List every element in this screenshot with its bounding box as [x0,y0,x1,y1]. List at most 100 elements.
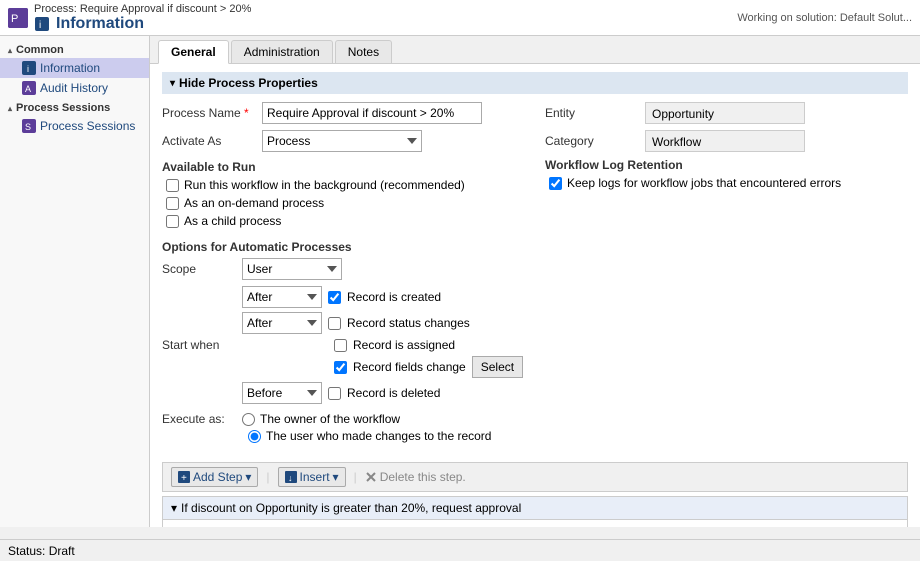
working-on-label: Working on solution: Default Solut... [737,12,912,24]
record-fields-label: Record fields change [353,360,466,374]
execute-owner-radio[interactable] [242,413,255,426]
activate-as-select[interactable]: Process [262,130,422,152]
sidebar-item-audit-history[interactable]: A Audit History [0,78,149,98]
record-deleted-checkbox[interactable] [328,387,341,400]
category-label: Category [545,134,645,148]
sw-line-3: Record is assigned [242,338,523,352]
delete-step[interactable]: Delete this step. [365,470,466,484]
ondemand-label: As an on-demand process [184,196,324,210]
sidebar-item-information[interactable]: i Information [0,58,149,78]
checkbox-keep-logs: Keep logs for workflow jobs that encount… [545,176,908,190]
svg-text:+: + [181,473,187,483]
ps-icon: S [22,119,36,133]
keep-logs-label: Keep logs for workflow jobs that encount… [567,176,841,190]
checkbox-ondemand: As an on-demand process [162,196,525,210]
record-deleted-label: Record is deleted [347,386,440,400]
insert-icon: ↓ [285,471,297,483]
checkbox-background: Run this workflow in the background (rec… [162,178,525,192]
ondemand-checkbox[interactable] [166,197,179,210]
available-to-run-title: Available to Run [162,160,525,174]
sw2-select[interactable]: After [242,312,322,334]
scope-row: Scope User [162,258,908,280]
status-label: Status: Draft [8,544,75,558]
section-arrow: ▾ [170,78,175,89]
tab-administration[interactable]: Administration [231,40,333,63]
record-assigned-checkbox[interactable] [334,339,347,352]
checkbox-child: As a child process [162,214,525,228]
scope-label: Scope [162,262,242,276]
common-triangle: ▴ [8,46,12,55]
add-step-button[interactable]: + Add Step ▾ [171,467,258,487]
start-when-fields: After Record is created After Record sta… [242,286,523,404]
left-col: Process Name * Activate As Process Avail [162,102,525,232]
sidebar: ▴ Common i Information A Audit History ▴… [0,36,150,527]
options-title: Options for Automatic Processes [162,240,908,254]
information-icon: i [22,61,36,75]
information-label: Information [40,61,100,75]
step-bar: + Add Step ▾ | ↓ Insert ▾ | Delete this … [162,462,908,492]
common-group-label: Common [16,44,64,56]
svg-text:↓: ↓ [288,473,293,483]
ps-triangle: ▴ [8,104,12,113]
select-button[interactable]: Select [472,356,523,378]
page-title: Information [56,15,144,33]
svg-text:A: A [25,84,31,94]
child-label: As a child process [184,214,281,228]
audit-history-label: Audit History [40,81,108,95]
sw1-select[interactable]: After [242,286,322,308]
step-header-text: If discount on Opportunity is greater th… [181,501,521,515]
svg-text:S: S [25,122,31,132]
form-two-col: Process Name * Activate As Process Avail [162,102,908,232]
background-checkbox[interactable] [166,179,179,192]
entity-value: Opportunity [645,102,805,124]
add-step-icon: + [178,471,190,483]
execute-as-label: Execute as: [162,412,242,426]
ps-group-label: Process Sessions [16,102,110,114]
tabs-bar: General Administration Notes [150,36,920,64]
process-name-row: Process Name * [162,102,525,124]
sw-line-2: After Record status changes [242,312,523,334]
wf-step-body: If Opportunity:Opportunity Discount (%) … [163,520,907,527]
process-subtitle: Process: Require Approval if discount > … [34,3,251,15]
process-sessions-label: Process Sessions [40,119,135,133]
execute-user-radio[interactable] [248,430,261,443]
workflow-log-section: Workflow Log Retention Keep logs for wor… [545,158,908,190]
svg-text:i: i [27,64,29,74]
section-title: Hide Process Properties [179,76,318,90]
process-name-label: Process Name * [162,106,262,120]
record-status-label: Record status changes [347,316,470,330]
tab-notes[interactable]: Notes [335,40,392,63]
execute-owner-label: The owner of the workflow [260,412,400,426]
record-created-checkbox[interactable] [328,291,341,304]
activate-as-row: Activate As Process [162,130,525,152]
wf-condition: If Opportunity:Opportunity Discount (%) … [171,524,899,527]
tab-general[interactable]: General [158,40,229,64]
common-group: ▴ Common [0,40,149,58]
section-header[interactable]: ▾ Hide Process Properties [162,72,908,94]
status-bar: Status: Draft [0,539,920,561]
child-checkbox[interactable] [166,215,179,228]
insert-button[interactable]: ↓ Insert ▾ [278,467,346,487]
process-sessions-group: ▴ Process Sessions [0,98,149,116]
workflow-steps: ▾ If discount on Opportunity is greater … [162,496,908,527]
scope-select[interactable]: User [242,258,342,280]
options-section: Options for Automatic Processes Scope Us… [162,240,908,443]
record-fields-checkbox[interactable] [334,361,347,374]
audit-icon: A [22,81,36,95]
wl-title: Workflow Log Retention [545,158,908,172]
process-icon: P [8,8,28,28]
sidebar-item-process-sessions[interactable]: S Process Sessions [0,116,149,136]
process-name-input[interactable] [262,102,482,124]
background-label: Run this workflow in the background (rec… [184,178,465,192]
category-row: Category Workflow [545,130,908,152]
sw5-select[interactable]: Before [242,382,322,404]
entity-label: Entity [545,106,645,120]
start-when-label: Start when [162,338,242,352]
right-col: Entity Opportunity Category Workflow Wor… [545,102,908,232]
record-status-checkbox[interactable] [328,317,341,330]
start-when-row: Start when After Record is created [162,286,908,404]
execute-as-row2: The user who made changes to the record [162,429,908,443]
svg-text:P: P [11,13,18,25]
keep-logs-checkbox[interactable] [549,177,562,190]
execute-as-row1: Execute as: The owner of the workflow [162,412,908,426]
